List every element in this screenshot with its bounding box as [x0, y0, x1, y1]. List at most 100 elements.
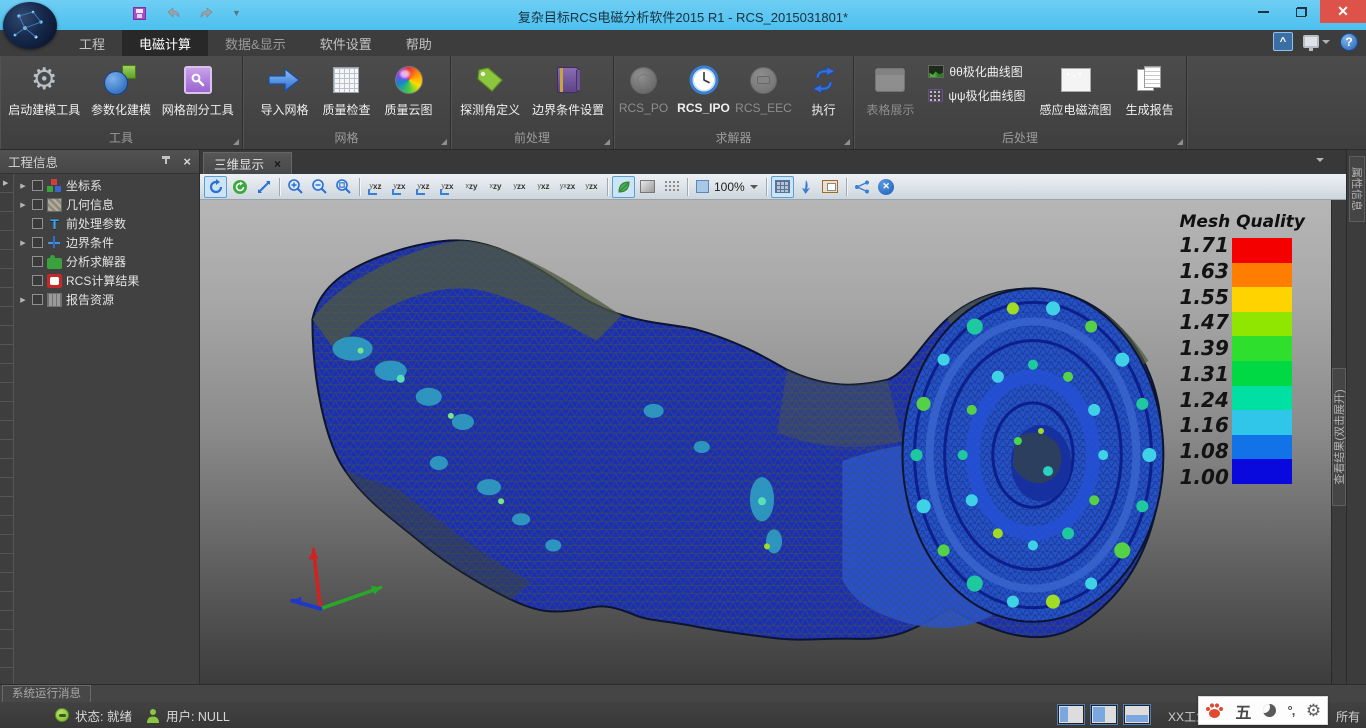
dialog-launcher-icon[interactable] — [1177, 139, 1183, 145]
view-preset-button-6[interactable]: xzy — [484, 176, 507, 198]
tree-item-report-resources[interactable]: ▶ 报告资源 — [14, 290, 199, 309]
view-preset-button-7[interactable]: yzx — [508, 176, 531, 198]
rcs-po-button[interactable]: RCS_PO — [615, 59, 673, 117]
arrow-down-button[interactable] — [795, 176, 818, 198]
minimize-button[interactable] — [1244, 0, 1282, 23]
close-button[interactable]: ✕ — [1320, 0, 1366, 23]
mesh-display-button[interactable] — [771, 176, 794, 198]
shaded-view-button[interactable] — [612, 176, 635, 198]
tab-help[interactable]: 帮助 — [389, 30, 449, 56]
theta-polarization-curve-button[interactable]: θθ极化曲线图 — [928, 63, 1025, 80]
parametric-modeling-button[interactable]: 参数化建模 — [86, 59, 155, 120]
expander-icon[interactable]: ▶ — [18, 201, 28, 209]
capture-window-button[interactable] — [819, 176, 842, 198]
view-preset-button-3[interactable]: yxz — [412, 176, 435, 198]
generate-report-button[interactable]: 生成报告 — [1120, 59, 1180, 120]
rcs-eec-button[interactable]: RCS_EEC — [735, 59, 793, 117]
view-preset-button-4[interactable]: yzx — [436, 176, 459, 198]
close-view-button[interactable]: ✕ — [875, 176, 898, 198]
orbit-rotate-button[interactable] — [204, 176, 227, 198]
boundary-condition-button[interactable]: 边界条件设置 — [527, 59, 609, 120]
help-button[interactable]: ? — [1340, 33, 1358, 51]
checkbox[interactable] — [32, 256, 43, 267]
view-preset-button-1[interactable]: yxz — [364, 176, 387, 198]
panel-close-icon[interactable]: × — [183, 154, 191, 169]
ime-mode-indicator[interactable]: 五 — [1235, 699, 1251, 723]
layout-bottom-panel-button[interactable] — [1124, 705, 1150, 724]
expander-icon[interactable]: ▶ — [18, 296, 28, 304]
dialog-launcher-icon[interactable] — [441, 139, 447, 145]
pin-icon[interactable] — [159, 155, 173, 169]
ribbon-group-solver: RCS_PO RCS_IPO RCS_EEC 执行 — [614, 56, 854, 149]
import-mesh-button[interactable]: 导入网格 — [254, 59, 314, 120]
execute-button[interactable]: 执行 — [795, 59, 853, 120]
group-label-tools: 工具 — [0, 130, 242, 149]
tree-item-coordinate-system[interactable]: ▶ 坐标系 — [14, 176, 199, 195]
checkbox[interactable] — [32, 218, 43, 229]
view-preset-button-10[interactable]: yzx — [580, 176, 603, 198]
tree-item-preprocess-params[interactable]: T 前处理参数 — [14, 214, 199, 233]
tab-em-computation[interactable]: 电磁计算 — [122, 30, 208, 56]
layout-split-button[interactable] — [1091, 705, 1117, 724]
dialog-launcher-icon[interactable] — [604, 139, 610, 145]
zoom-window-button[interactable] — [332, 176, 355, 198]
view-results-tab[interactable]: 查看结果(双击展开) — [1332, 368, 1346, 506]
dialog-launcher-icon[interactable] — [844, 139, 850, 145]
quality-cloud-map-button[interactable]: 质量云图 — [379, 59, 439, 120]
ime-moon-icon[interactable] — [1263, 704, 1276, 717]
viewport-3d[interactable]: Mesh Quality 1.711.631.551.471.391.311.2… — [200, 200, 1331, 684]
checkbox[interactable] — [32, 237, 43, 248]
wireframe-dots-button[interactable] — [660, 176, 683, 198]
tree-item-rcs-results[interactable]: RCS计算结果 — [14, 271, 199, 290]
rcs-ipo-button[interactable]: RCS_IPO — [675, 59, 733, 117]
view-preset-button-2[interactable]: yzx — [388, 176, 411, 198]
table-view-button[interactable]: 表格展示 — [860, 59, 920, 120]
chevron-right-icon[interactable]: ▶ — [3, 179, 8, 187]
display-mode-button[interactable] — [1303, 35, 1330, 48]
probe-angle-button[interactable]: 探测角定义 — [455, 59, 525, 120]
properties-tab[interactable]: 属性信息 — [1349, 156, 1365, 222]
expander-icon[interactable]: ▶ — [18, 239, 28, 247]
checkbox[interactable] — [32, 275, 43, 286]
zoom-out-button[interactable] — [308, 176, 331, 198]
tab-3d-display[interactable]: 三维显示 × — [203, 152, 292, 174]
restore-button[interactable] — [1282, 0, 1320, 23]
zoom-out-icon — [311, 178, 328, 195]
ime-punctuation-icon[interactable]: °, — [1288, 703, 1295, 718]
quality-check-button[interactable]: 质量检查 — [316, 59, 376, 120]
tree-item-analysis-solver[interactable]: 分析求解器 — [14, 252, 199, 271]
pan-arrow-button[interactable] — [252, 176, 275, 198]
tab-close-icon[interactable]: × — [274, 157, 281, 171]
checkbox[interactable] — [32, 180, 43, 191]
expander-icon[interactable]: ▶ — [18, 182, 28, 190]
flat-view-button[interactable] — [636, 176, 659, 198]
tree-item-boundary-conditions[interactable]: ▶ 边界条件 — [14, 233, 199, 252]
psi-polarization-curve-button[interactable]: ψψ极化曲线图 — [928, 87, 1025, 104]
spin-view-button[interactable] — [228, 176, 251, 198]
checkbox[interactable] — [32, 199, 43, 210]
dialog-launcher-icon[interactable] — [233, 139, 239, 145]
puzzle-icon — [47, 258, 62, 269]
zoom-in-button[interactable] — [284, 176, 307, 198]
checkbox[interactable] — [32, 294, 43, 305]
mesh-partition-tool-button[interactable]: 网格剖分工具 — [158, 59, 238, 120]
tree-item-geometry-info[interactable]: ▶ 几何信息 — [14, 195, 199, 214]
ime-toolbar[interactable]: 五 °, ⚙ — [1198, 696, 1328, 725]
zoom-window-icon — [335, 178, 352, 195]
tab-list-dropdown[interactable] — [1316, 158, 1324, 162]
ime-settings-gear-icon[interactable]: ⚙ — [1306, 701, 1321, 721]
launch-modeling-tool-button[interactable]: ⚙ 启动建模工具 — [4, 59, 84, 120]
induced-current-map-button[interactable]: 感应电磁流图 — [1034, 59, 1118, 120]
tab-project[interactable]: 工程 — [62, 30, 122, 56]
share-link-button[interactable] — [851, 176, 874, 198]
view-preset-button-9[interactable]: yxzx — [556, 176, 579, 198]
zoom-level-select[interactable]: 100% — [692, 180, 762, 194]
collapse-ribbon-button[interactable]: ^ — [1273, 32, 1293, 51]
tab-data-display[interactable]: 数据&显示 — [208, 30, 303, 56]
tab-software-settings[interactable]: 软件设置 — [303, 30, 389, 56]
layout-left-panel-button[interactable] — [1058, 705, 1084, 724]
app-logo[interactable] — [3, 2, 57, 49]
view-preset-button-5[interactable]: xzy — [460, 176, 483, 198]
system-messages-tab[interactable]: 系统运行消息 — [2, 685, 91, 703]
view-preset-button-8[interactable]: yxz — [532, 176, 555, 198]
